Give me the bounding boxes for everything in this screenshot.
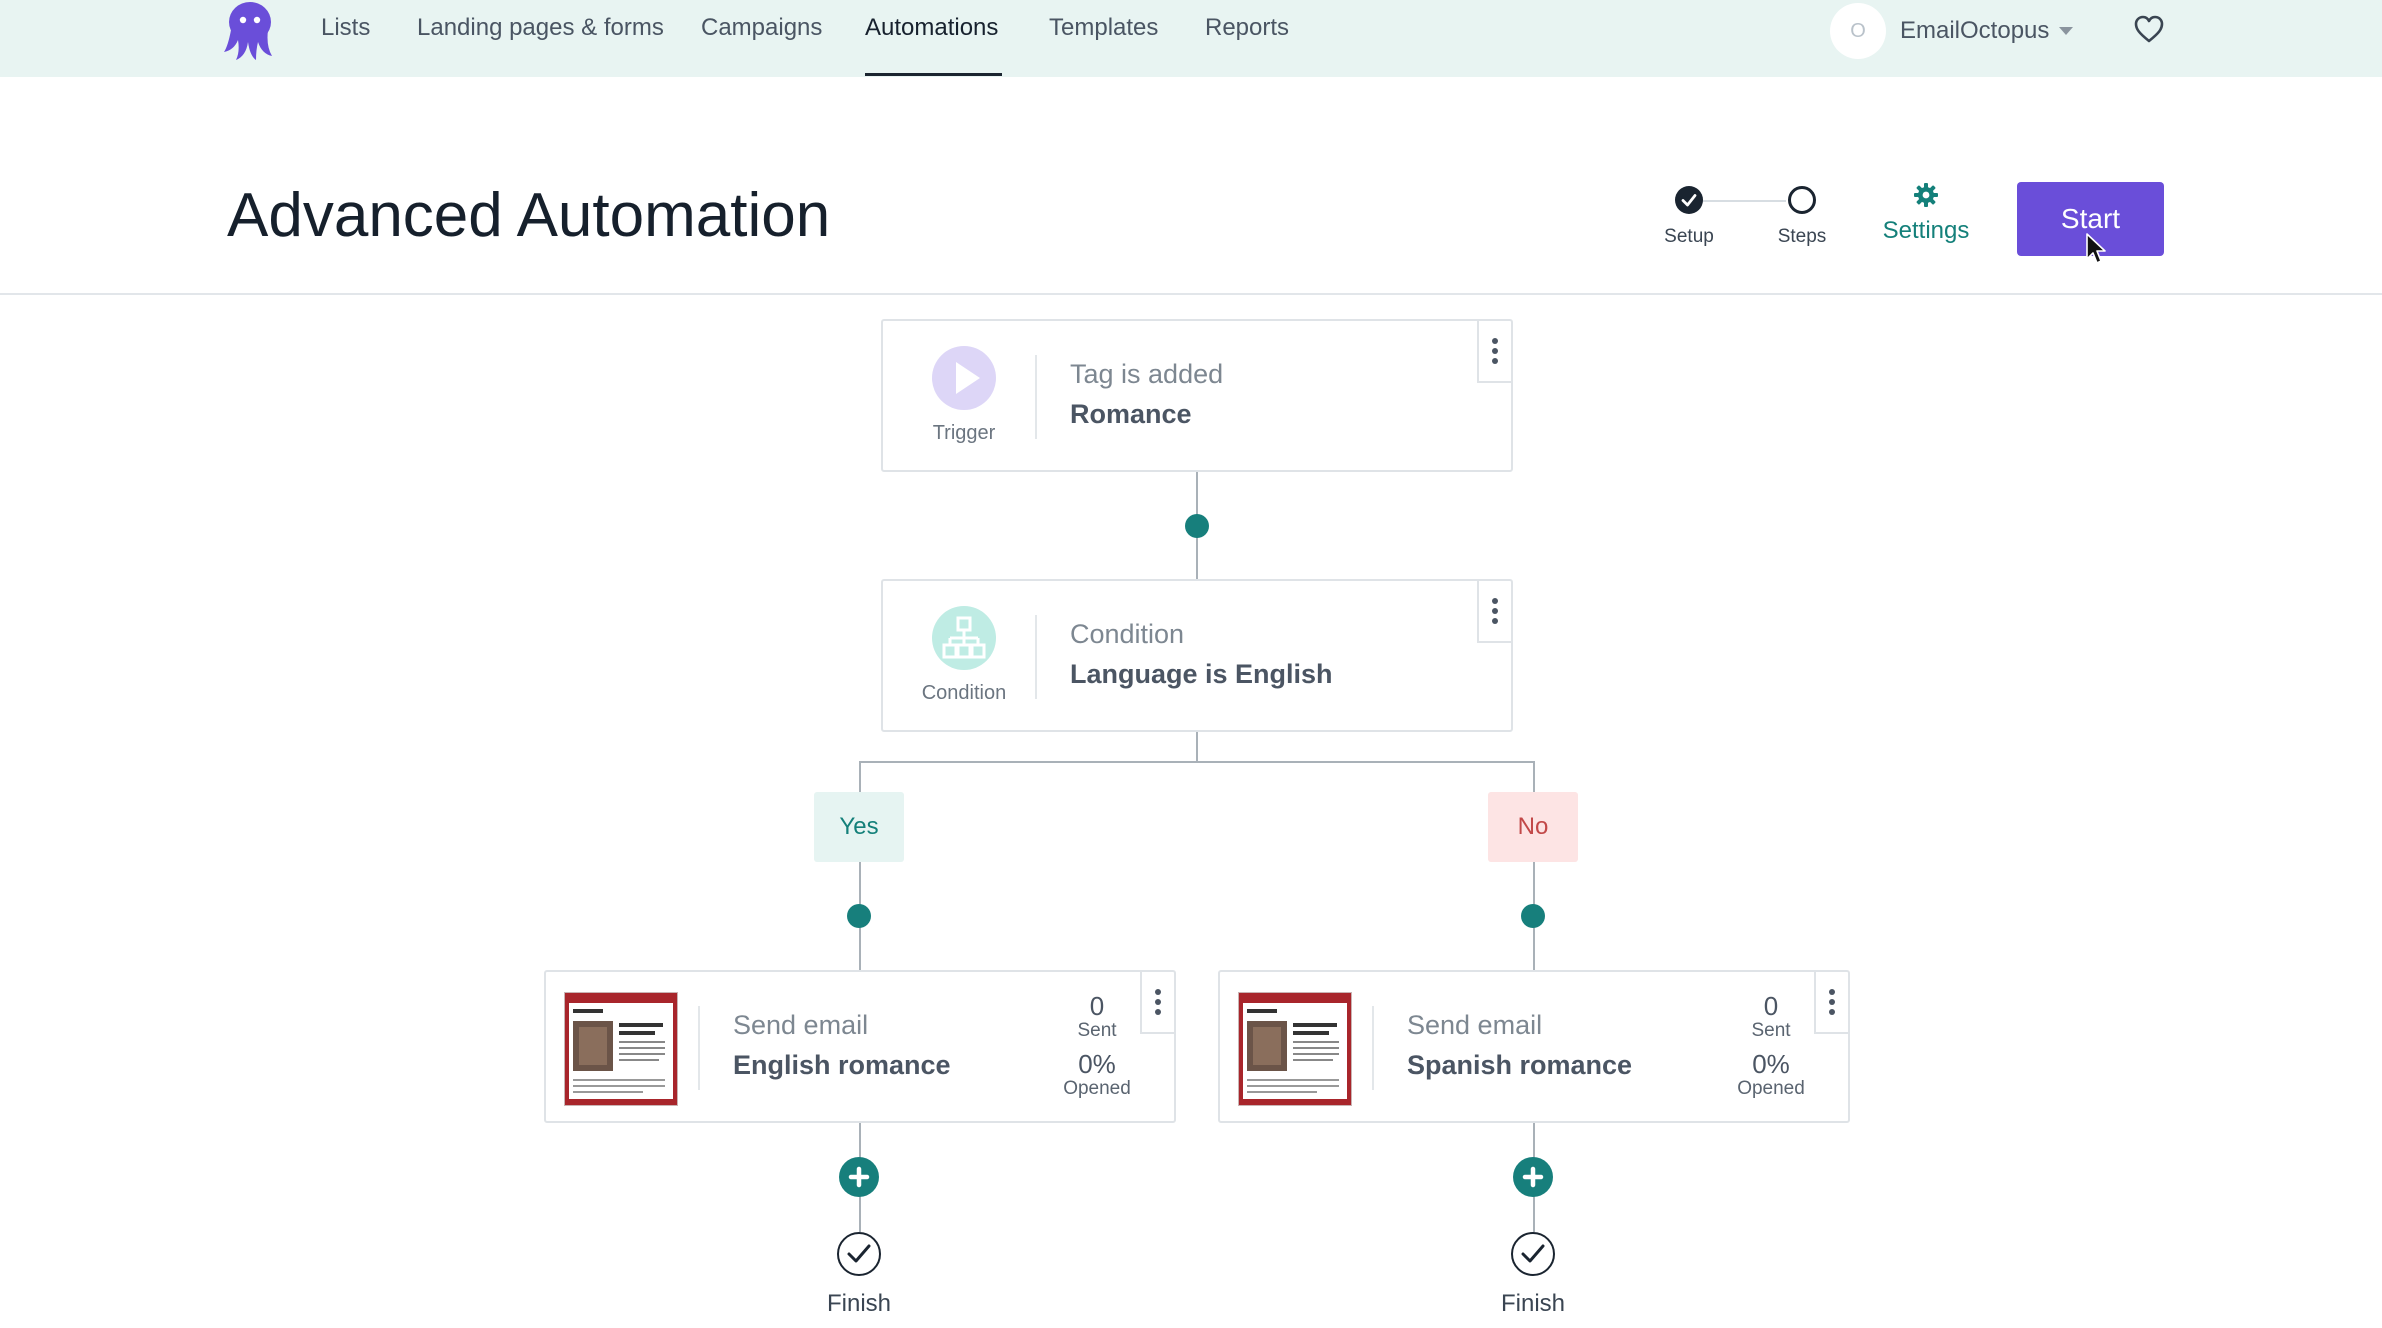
email-name: English romance <box>733 1050 951 1080</box>
sent-stat: 0 Sent <box>1726 992 1816 1042</box>
play-icon <box>932 346 996 410</box>
trigger-icon-label: Trigger <box>932 422 996 444</box>
step-label: Setup <box>1664 226 1714 247</box>
nav-reports[interactable]: Reports <box>1205 14 1289 42</box>
sent-stat: 0 Sent <box>1052 992 1142 1042</box>
opened-label: Opened <box>1063 1078 1131 1099</box>
email-preview-image <box>565 993 677 1105</box>
connector-line <box>1196 730 1198 762</box>
nav-automations[interactable]: Automations <box>865 14 998 42</box>
condition-title: Condition <box>1070 619 1185 649</box>
sent-count: 0 <box>1089 991 1105 1021</box>
split-icon <box>932 606 996 670</box>
nav-lists[interactable]: Lists <box>321 14 370 42</box>
header-divider <box>0 293 2382 295</box>
opened-rate: 0% <box>1752 1049 1790 1079</box>
step-steps[interactable]: Steps <box>1762 186 1842 248</box>
email-name: Spanish romance <box>1407 1050 1633 1080</box>
finish-label-yes: Finish <box>826 1290 892 1317</box>
email-thumbnail <box>1238 992 1352 1106</box>
check-circle-icon <box>1511 1232 1555 1276</box>
nav-templates[interactable]: Templates <box>1049 14 1158 42</box>
condition-value: Language is English <box>1070 659 1333 689</box>
card-divider <box>1035 615 1037 699</box>
active-tab-indicator <box>865 73 1002 76</box>
step-label: Steps <box>1777 226 1827 247</box>
check-icon <box>1675 186 1703 214</box>
check-circle-icon <box>837 1232 881 1276</box>
connector-line <box>859 761 861 793</box>
condition-card[interactable]: Condition Condition Language is English <box>881 579 1513 732</box>
send-email-card-english[interactable]: Send email English romance 0 Sent 0% Ope… <box>544 970 1176 1123</box>
card-divider <box>1372 1006 1374 1090</box>
kebab-menu-icon[interactable] <box>1140 972 1174 1034</box>
account-menu[interactable]: O EmailOctopus <box>1830 0 2074 62</box>
card-divider <box>698 1006 700 1090</box>
top-navigation: Lists Landing pages & forms Campaigns Au… <box>0 0 2382 77</box>
condition-icon-label: Condition <box>921 682 1007 704</box>
sent-label: Sent <box>1077 1020 1117 1041</box>
trigger-title: Tag is added <box>1070 359 1224 389</box>
opened-stat: 0% Opened <box>1726 1050 1816 1100</box>
page-title: Advanced Automation <box>227 181 831 250</box>
step-setup[interactable]: Setup <box>1649 186 1729 248</box>
kebab-menu-icon[interactable] <box>1477 581 1511 643</box>
email-preview-image <box>1239 993 1351 1105</box>
branch-no-label: No <box>1488 792 1578 862</box>
sent-count: 0 <box>1763 991 1779 1021</box>
opened-stat: 0% Opened <box>1052 1050 1142 1100</box>
avatar: O <box>1830 3 1886 59</box>
finish-label-no: Finish <box>1500 1290 1566 1317</box>
heart-icon[interactable] <box>2133 14 2165 44</box>
branch-yes-label: Yes <box>814 792 904 862</box>
condition-icon-group: Condition <box>913 605 1015 705</box>
circle-icon <box>1788 186 1816 214</box>
settings-label: Settings <box>1882 217 1970 244</box>
sent-label: Sent <box>1751 1020 1791 1041</box>
trigger-card[interactable]: Trigger Tag is added Romance <box>881 319 1513 472</box>
mouse-cursor-icon <box>2086 233 2106 264</box>
trigger-icon-group: Trigger <box>921 345 1007 445</box>
opened-rate: 0% <box>1078 1049 1116 1079</box>
account-name: EmailOctopus <box>1900 17 2050 44</box>
add-step-dot[interactable] <box>847 904 871 928</box>
connector-line <box>1533 761 1535 793</box>
card-divider <box>1035 355 1037 439</box>
chevron-down-icon <box>2059 27 2074 35</box>
gear-icon <box>1914 183 1938 207</box>
plus-circle-icon[interactable] <box>839 1157 879 1197</box>
trigger-value: Romance <box>1070 399 1192 429</box>
send-email-title: Send email <box>733 1010 869 1040</box>
nav-campaigns[interactable]: Campaigns <box>701 14 822 42</box>
kebab-menu-icon[interactable] <box>1814 972 1848 1034</box>
add-step-dot[interactable] <box>1185 514 1209 538</box>
nav-landing-pages-forms[interactable]: Landing pages & forms <box>417 14 664 42</box>
send-email-card-spanish[interactable]: Send email Spanish romance 0 Sent 0% Ope… <box>1218 970 1850 1123</box>
add-step-dot[interactable] <box>1521 904 1545 928</box>
octopus-logo-icon[interactable] <box>222 0 278 62</box>
settings-button[interactable]: Settings <box>1876 182 1976 245</box>
kebab-menu-icon[interactable] <box>1477 321 1511 383</box>
email-thumbnail <box>564 992 678 1106</box>
opened-label: Opened <box>1737 1078 1805 1099</box>
plus-circle-icon[interactable] <box>1513 1157 1553 1197</box>
send-email-title: Send email <box>1407 1010 1543 1040</box>
branch-split-line <box>859 761 1535 763</box>
